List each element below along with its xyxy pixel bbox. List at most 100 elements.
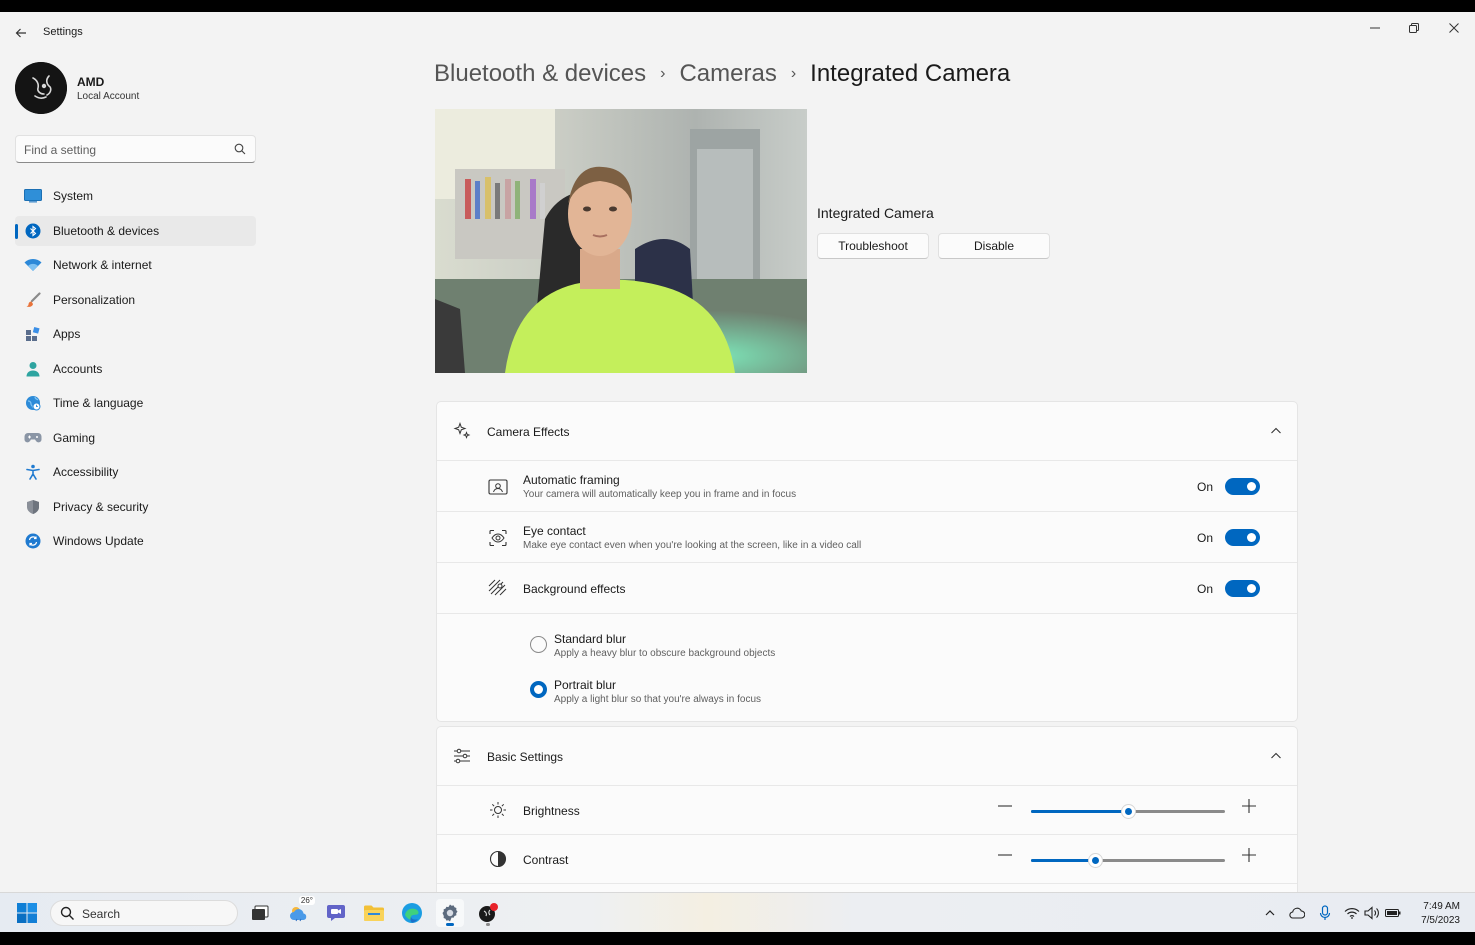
sidebar-nav: System Bluetooth & devices Network & int…: [15, 181, 256, 561]
eye-contact-toggle[interactable]: [1225, 529, 1260, 546]
chevron-right-icon: ›: [660, 65, 666, 82]
task-view-button[interactable]: [246, 899, 274, 927]
sidebar-item-time-language[interactable]: Time & language: [15, 388, 256, 418]
breadcrumb-bluetooth-devices[interactable]: Bluetooth & devices: [434, 60, 646, 87]
brightness-slider-thumb[interactable]: [1121, 804, 1136, 819]
clock-date[interactable]: 7/5/2023: [1410, 915, 1460, 926]
teams-chat-button[interactable]: [322, 899, 350, 927]
microphone-icon: [1319, 905, 1331, 920]
chevron-up-icon[interactable]: [1269, 424, 1283, 438]
sidebar-item-label: Personalization: [53, 292, 136, 307]
contrast-increase-button[interactable]: [1237, 847, 1261, 867]
sidebar-item-apps[interactable]: Apps: [15, 319, 256, 349]
brightness-slider[interactable]: [1031, 804, 1225, 819]
search-icon[interactable]: [233, 142, 247, 156]
plus-icon: [1242, 799, 1256, 813]
sparkle-effects-icon: [453, 422, 471, 439]
sidebar-item-label: Privacy & security: [53, 499, 149, 514]
brush-icon: [23, 290, 43, 310]
eye-contact-description: Make eye contact even when you're lookin…: [523, 540, 862, 551]
contrast-slider[interactable]: [1031, 853, 1225, 868]
sidebar-item-label: Accessibility: [53, 465, 119, 479]
breadcrumb-cameras[interactable]: Cameras: [679, 60, 776, 87]
troubleshoot-button[interactable]: Troubleshoot: [817, 233, 929, 259]
sidebar-item-system[interactable]: System: [15, 181, 256, 211]
brightness-decrease-button[interactable]: [993, 798, 1017, 818]
battery-tray-button[interactable]: [1385, 905, 1401, 921]
standard-blur-radio[interactable]: [530, 636, 547, 653]
sidebar-item-label: Time & language: [53, 396, 144, 410]
disable-button[interactable]: Disable: [938, 233, 1050, 259]
search-input[interactable]: [24, 141, 224, 158]
back-button[interactable]: [8, 22, 34, 44]
sidebar-item-accounts[interactable]: Accounts: [15, 354, 256, 384]
close-icon: [1449, 23, 1459, 33]
background-effects-toggle[interactable]: [1225, 580, 1260, 597]
sidebar-item-gaming[interactable]: Gaming: [15, 423, 256, 453]
show-hidden-icons-button[interactable]: [1262, 905, 1278, 921]
wifi-icon: [1344, 908, 1360, 919]
apps-icon: [23, 324, 43, 344]
automatic-framing-toggle[interactable]: [1225, 478, 1260, 495]
onedrive-tray-button[interactable]: [1289, 905, 1305, 921]
settings-window: Settings AMD Local Account System: [0, 12, 1475, 932]
running-app-indicator: [486, 923, 490, 926]
sidebar-item-personalization[interactable]: Personalization: [15, 285, 256, 315]
camera-effects-card: Camera Effects Automatic framing Your ca…: [436, 401, 1298, 722]
taskbar: Search 26° 7:49 AM 7/5/2023: [0, 892, 1475, 932]
camera-feed-image: [435, 109, 807, 373]
camera-effects-header[interactable]: Camera Effects: [437, 402, 1297, 461]
close-button[interactable]: [1434, 16, 1474, 42]
system-icon: [23, 186, 43, 206]
standard-blur-description: Apply a heavy blur to obscure background…: [554, 648, 776, 659]
windows-start-icon[interactable]: [17, 903, 37, 923]
sliders-icon: [454, 748, 470, 764]
network-tray-button[interactable]: [1344, 905, 1360, 921]
restore-button[interactable]: [1394, 16, 1434, 42]
minimize-button[interactable]: [1355, 16, 1395, 42]
clock-time[interactable]: 7:49 AM: [1410, 901, 1460, 912]
microphone-tray-button[interactable]: [1317, 905, 1333, 921]
plus-icon: [1242, 848, 1256, 862]
chevron-up-icon[interactable]: [1269, 749, 1283, 763]
background-effects-row: Background effects On: [437, 563, 1297, 614]
razer-app-button[interactable]: [474, 899, 502, 927]
restore-icon: [1409, 23, 1419, 33]
basic-settings-header[interactable]: Basic Settings: [437, 727, 1297, 786]
sidebar-item-label: Apps: [53, 327, 81, 341]
taskbar-search[interactable]: Search: [50, 900, 238, 926]
speaker-icon: [1364, 906, 1379, 920]
file-explorer-button[interactable]: [360, 899, 388, 927]
battery-icon: [1385, 909, 1401, 917]
search-box[interactable]: [15, 135, 256, 163]
taskbar-search-label: Search: [82, 907, 121, 921]
brightness-title: Brightness: [523, 804, 580, 818]
eye-contact-icon: [489, 529, 507, 547]
brightness-row: Brightness: [437, 786, 1297, 835]
sidebar-item-accessibility[interactable]: Accessibility: [15, 457, 256, 487]
framing-icon: [488, 479, 508, 495]
sidebar-item-bluetooth-devices[interactable]: Bluetooth & devices: [15, 215, 256, 246]
volume-tray-button[interactable]: [1364, 905, 1380, 921]
widgets-button[interactable]: 26°: [285, 896, 315, 927]
brightness-increase-button[interactable]: [1237, 798, 1261, 818]
edge-browser-button[interactable]: [398, 899, 426, 927]
sidebar-item-windows-update[interactable]: Windows Update: [15, 526, 256, 556]
contrast-icon: [489, 850, 507, 868]
settings-taskbar-button[interactable]: [436, 899, 464, 927]
teams-chat-icon: [327, 905, 345, 921]
minimize-icon: [1370, 27, 1380, 29]
sidebar-item-network[interactable]: Network & internet: [15, 250, 256, 280]
portrait-blur-radio[interactable]: [530, 681, 547, 698]
contrast-slider-thumb[interactable]: [1088, 853, 1104, 868]
update-icon: [23, 531, 43, 551]
minus-icon: [998, 854, 1012, 856]
avatar[interactable]: [15, 62, 67, 114]
contrast-decrease-button[interactable]: [993, 847, 1017, 867]
sidebar-item-privacy-security[interactable]: Privacy & security: [15, 492, 256, 522]
sidebar-item-label: Bluetooth & devices: [53, 223, 160, 238]
sidebar-item-label: Accounts: [53, 361, 103, 376]
camera-preview: [435, 109, 807, 373]
brightness-icon: [490, 802, 506, 818]
person-icon: [23, 359, 43, 379]
